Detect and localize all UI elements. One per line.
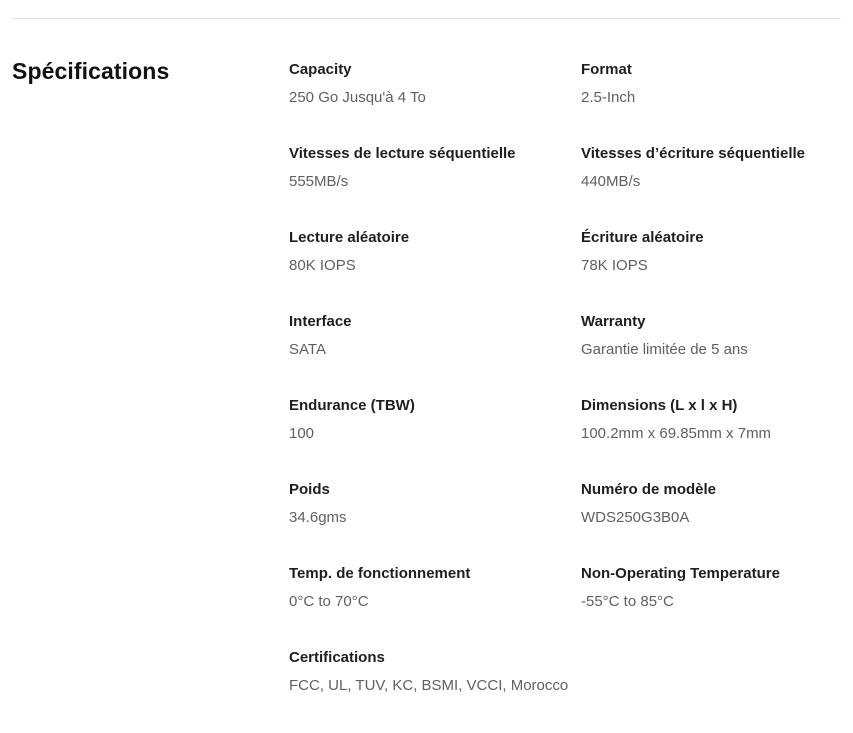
spec-label: Dimensions (L x l x H) <box>581 397 738 414</box>
spec-capacity: Capacity 250 Go Jusqu'à 4 To <box>289 61 581 145</box>
spec-model-number: Numéro de modèle WDS250G3B0A <box>581 481 845 565</box>
spec-value: 440MB/s <box>581 173 641 190</box>
spec-value: -55°C to 85°C <box>581 593 674 610</box>
spec-label: Écriture aléatoire <box>581 229 704 246</box>
spec-label: Vitesses d’écriture séquentielle <box>581 145 805 162</box>
spec-label: Temp. de fonctionnement <box>289 565 471 582</box>
spec-value: 555MB/s <box>289 173 349 190</box>
spec-value: SATA <box>289 341 326 358</box>
spec-label: Capacity <box>289 61 352 78</box>
spec-interface: Interface SATA <box>289 313 581 397</box>
spec-operating-temperature: Temp. de fonctionnement 0°C to 70°C <box>289 565 581 649</box>
spec-label: Non-Operating Temperature <box>581 565 780 582</box>
spec-grid: Capacity 250 Go Jusqu'à 4 To Format 2.5-… <box>289 61 845 733</box>
spec-label: Warranty <box>581 313 646 330</box>
spec-label: Format <box>581 61 632 78</box>
spec-label: Certifications <box>289 649 385 666</box>
spec-value: 34.6gms <box>289 509 347 526</box>
spec-label: Endurance (TBW) <box>289 397 415 414</box>
spec-endurance: Endurance (TBW) 100 <box>289 397 581 481</box>
spec-warranty: Warranty Garantie limitée de 5 ans <box>581 313 845 397</box>
spec-weight: Poids 34.6gms <box>289 481 581 565</box>
spec-value: 2.5-Inch <box>581 89 636 106</box>
spec-certifications: Certifications FCC, UL, TUV, KC, BSMI, V… <box>289 649 581 733</box>
top-divider <box>12 18 841 19</box>
section-title: Spécifications <box>12 58 170 84</box>
spec-value: 250 Go Jusqu'à 4 To <box>289 89 426 106</box>
spec-random-write: Écriture aléatoire 78K IOPS <box>581 229 845 313</box>
spec-value: WDS250G3B0A <box>581 509 690 526</box>
spec-non-operating-temperature: Non-Operating Temperature -55°C to 85°C <box>581 565 845 649</box>
spec-value: 80K IOPS <box>289 257 356 274</box>
spec-label: Vitesses de lecture séquentielle <box>289 145 516 162</box>
spec-value: 78K IOPS <box>581 257 648 274</box>
spec-label: Lecture aléatoire <box>289 229 410 246</box>
spec-sequential-write: Vitesses d’écriture séquentielle 440MB/s <box>581 145 845 229</box>
spec-label: Numéro de modèle <box>581 481 717 498</box>
spec-format: Format 2.5-Inch <box>581 61 845 145</box>
spec-value: FCC, UL, TUV, KC, BSMI, VCCI, Morocco <box>289 677 569 694</box>
spec-random-read: Lecture aléatoire 80K IOPS <box>289 229 581 313</box>
spec-label: Interface <box>289 313 352 330</box>
spec-label: Poids <box>289 481 330 498</box>
spec-sequential-read: Vitesses de lecture séquentielle 555MB/s <box>289 145 581 229</box>
spec-value: 100.2mm x 69.85mm x 7mm <box>581 425 772 442</box>
spec-value: 0°C to 70°C <box>289 593 369 610</box>
spec-dimensions: Dimensions (L x l x H) 100.2mm x 69.85mm… <box>581 397 845 481</box>
spec-value: 100 <box>289 425 315 442</box>
spec-value: Garantie limitée de 5 ans <box>581 341 748 358</box>
